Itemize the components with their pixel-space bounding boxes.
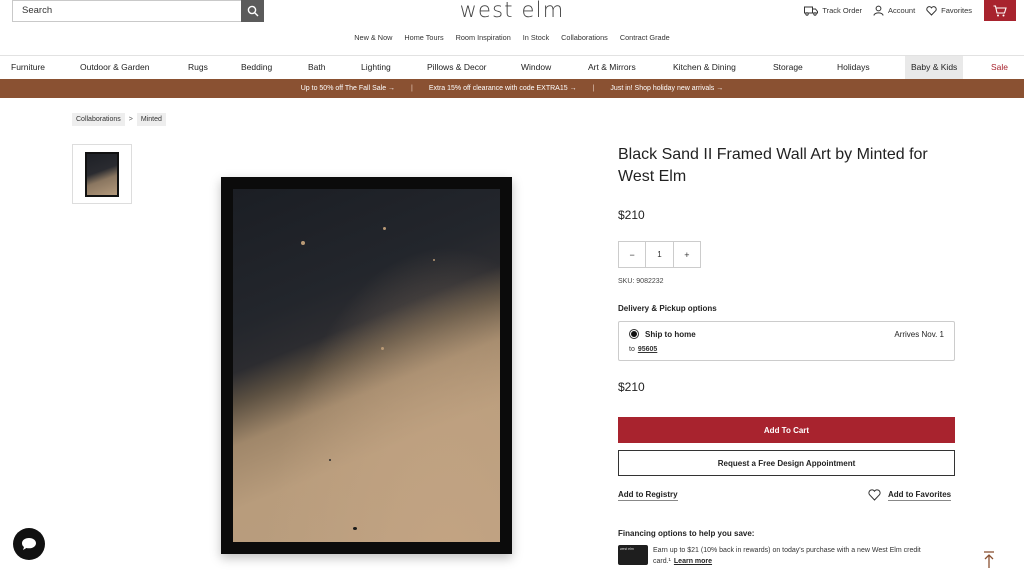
add-to-registry-link[interactable]: Add to Registry xyxy=(618,490,678,501)
favorites-link[interactable]: Favorites xyxy=(926,5,972,16)
quantity-stepper: − 1 + xyxy=(618,241,701,268)
nav-outdoor-garden[interactable]: Outdoor & Garden xyxy=(80,56,149,79)
product-main-image[interactable] xyxy=(221,177,512,554)
back-to-top-icon[interactable] xyxy=(982,551,996,569)
arrival-date: Arrives Nov. 1 xyxy=(894,330,944,339)
product-sku: SKU: 9082232 xyxy=(618,278,664,285)
artwork-photo xyxy=(233,189,500,542)
account-label: Account xyxy=(888,6,916,15)
truck-icon xyxy=(804,6,819,16)
track-order-label: Track Order xyxy=(822,6,863,15)
promo-bar: Up to 50% off The Fall Sale → | Extra 15… xyxy=(0,79,1024,98)
breadcrumb: Collaborations > Minted xyxy=(72,113,166,126)
credit-card-image: west elm xyxy=(618,545,648,565)
promo-fall-sale[interactable]: Up to 50% off The Fall Sale → xyxy=(285,85,411,92)
product-title: Black Sand II Framed Wall Art by Minted … xyxy=(618,146,928,185)
heart-icon xyxy=(868,489,881,501)
to-label: to xyxy=(629,346,635,353)
heart-icon xyxy=(926,5,937,16)
ship-to-zip: to 95605 xyxy=(629,346,657,353)
add-to-cart-button[interactable]: Add To Cart xyxy=(618,417,955,443)
breadcrumb-minted[interactable]: Minted xyxy=(136,113,166,126)
site-header: Search west elm New & Now Home Tours Roo… xyxy=(0,0,1024,55)
subnav-collaborations[interactable]: Collaborations xyxy=(561,33,608,42)
financing-offer: Earn up to $21 (10% back in rewards) on … xyxy=(653,545,953,567)
quantity-input[interactable]: 1 xyxy=(645,242,674,267)
nav-sale[interactable]: Sale xyxy=(991,56,1008,79)
main-nav: Furniture Outdoor & Garden Rugs Bedding … xyxy=(0,55,1024,79)
promo-clearance[interactable]: Extra 15% off clearance with code EXTRA1… xyxy=(413,85,593,92)
nav-storage[interactable]: Storage xyxy=(773,56,803,79)
track-order-link[interactable]: Track Order xyxy=(804,6,862,16)
breadcrumb-separator: > xyxy=(128,116,133,123)
cart-icon xyxy=(993,4,1007,16)
financing-heading: Financing options to help you save: xyxy=(618,529,755,538)
nav-baby-kids[interactable]: Baby & Kids xyxy=(905,55,964,79)
nav-bath[interactable]: Bath xyxy=(308,56,326,79)
user-icon xyxy=(873,5,884,16)
total-price: $210 xyxy=(618,380,645,394)
nav-kitchen-dining[interactable]: Kitchen & Dining xyxy=(673,56,736,79)
utility-links: Track Order Account Favorites xyxy=(804,5,972,16)
thumbnail-image xyxy=(85,151,119,197)
ship-to-home-label: Ship to home xyxy=(645,330,696,339)
learn-more-link[interactable]: Learn more xyxy=(674,558,712,565)
quantity-decrease-button[interactable]: − xyxy=(619,242,645,267)
cart-button[interactable] xyxy=(984,0,1016,21)
add-to-favorites-label: Add to Favorites xyxy=(888,489,952,501)
breadcrumb-collaborations[interactable]: Collaborations xyxy=(72,113,125,126)
account-link[interactable]: Account xyxy=(873,5,915,16)
nav-pillows-decor[interactable]: Pillows & Decor xyxy=(427,56,487,79)
nav-art-mirrors[interactable]: Art & Mirrors xyxy=(588,56,636,79)
delivery-option-ship[interactable]: Ship to home Arrives Nov. 1 to 95605 xyxy=(618,321,955,361)
favorites-label: Favorites xyxy=(941,6,972,15)
quantity-increase-button[interactable]: + xyxy=(674,242,700,267)
product-thumbnail[interactable] xyxy=(72,144,132,204)
secondary-nav: New & Now Home Tours Room Inspiration In… xyxy=(0,33,1024,42)
subnav-in-stock[interactable]: In Stock xyxy=(523,33,549,42)
nav-holidays[interactable]: Holidays xyxy=(837,56,870,79)
ship-to-home-radio[interactable] xyxy=(629,329,639,339)
chat-bubble-icon xyxy=(22,538,36,550)
subnav-room-inspiration[interactable]: Room Inspiration xyxy=(456,33,511,42)
nav-lighting[interactable]: Lighting xyxy=(361,56,391,79)
subnav-new-now[interactable]: New & Now xyxy=(354,33,392,42)
subnav-home-tours[interactable]: Home Tours xyxy=(404,33,443,42)
subnav-contract-grade[interactable]: Contract Grade xyxy=(620,33,670,42)
delivery-options-heading: Delivery & Pickup options xyxy=(618,304,717,313)
nav-bedding[interactable]: Bedding xyxy=(241,56,272,79)
nav-furniture[interactable]: Furniture xyxy=(11,56,45,79)
design-appointment-button[interactable]: Request a Free Design Appointment xyxy=(618,450,955,476)
nav-window[interactable]: Window xyxy=(521,56,551,79)
add-to-favorites[interactable]: Add to Favorites xyxy=(868,489,952,501)
chat-button[interactable] xyxy=(13,528,45,560)
nav-rugs[interactable]: Rugs xyxy=(188,56,208,79)
promo-holiday-arrivals[interactable]: Just in! Shop holiday new arrivals → xyxy=(594,85,739,92)
product-price: $210 xyxy=(618,208,645,222)
card-brand-label: west elm xyxy=(620,547,634,551)
zip-code-link[interactable]: 95605 xyxy=(638,346,657,353)
